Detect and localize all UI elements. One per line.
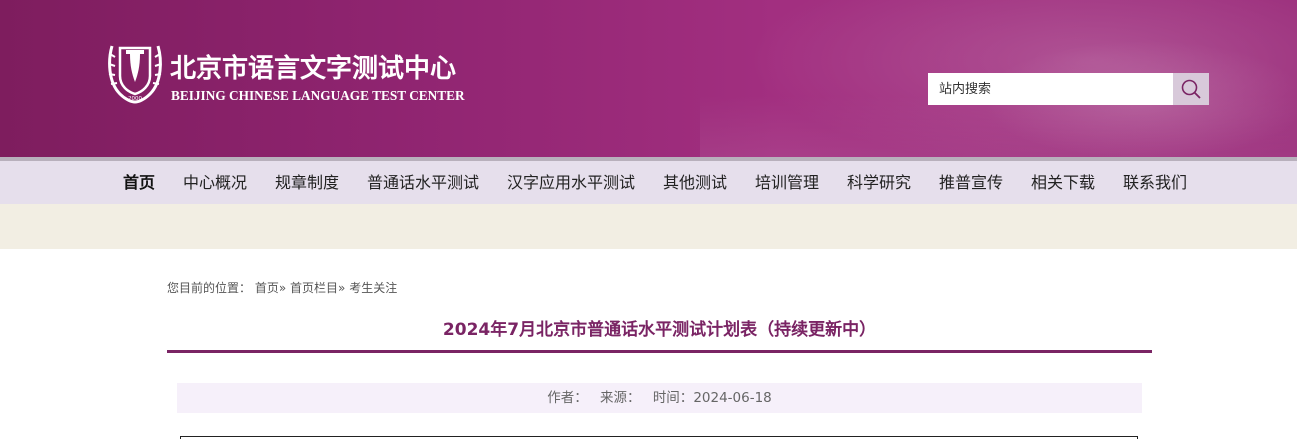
nav-item-downloads[interactable]: 相关下载 bbox=[1031, 161, 1095, 204]
breadcrumb-separator: » bbox=[338, 281, 346, 295]
time-label: 时间： bbox=[652, 390, 694, 406]
nav-item-training[interactable]: 培训管理 bbox=[755, 161, 819, 204]
nav-item-putonghua-test[interactable]: 普通话水平测试 bbox=[367, 161, 479, 204]
nav-item-promotion[interactable]: 推普宣传 bbox=[939, 161, 1003, 204]
search-button[interactable] bbox=[1173, 73, 1209, 105]
title-divider bbox=[167, 350, 1152, 353]
svg-text:2000: 2000 bbox=[128, 96, 142, 102]
nav-item-contact[interactable]: 联系我们 bbox=[1123, 161, 1187, 204]
author-label: 作者： bbox=[547, 390, 588, 406]
site-search bbox=[928, 73, 1209, 105]
main-nav: 首页 中心概况 规章制度 普通话水平测试 汉字应用水平测试 其他测试 培训管理 … bbox=[0, 161, 1297, 204]
banner-strip bbox=[0, 204, 1297, 249]
search-icon bbox=[1181, 79, 1201, 99]
breadcrumb-column[interactable]: 首页栏目 bbox=[290, 281, 338, 295]
breadcrumb-home[interactable]: 首页 bbox=[255, 281, 279, 295]
breadcrumb-prefix: 您目前的位置： bbox=[167, 281, 252, 295]
nav-item-research[interactable]: 科学研究 bbox=[847, 161, 911, 204]
article-meta: 作者： 来源： 时间：2024-06-18 bbox=[177, 383, 1142, 413]
article-title: 2024年7月北京市普通话水平测试计划表（持续更新中） bbox=[442, 320, 877, 340]
site-name-cn[interactable]: 北京市语言文字测试中心 bbox=[170, 52, 456, 86]
nav-item-hanzi-test[interactable]: 汉字应用水平测试 bbox=[507, 161, 635, 204]
search-input[interactable] bbox=[928, 73, 1173, 105]
nav-item-about[interactable]: 中心概况 bbox=[183, 161, 247, 204]
center-emblem-icon[interactable]: 2000 bbox=[106, 42, 164, 104]
breadcrumb-current[interactable]: 考生关注 bbox=[349, 281, 397, 295]
nav-item-home[interactable]: 首页 bbox=[123, 161, 155, 204]
time-info: 时间：2024-06-18 bbox=[653, 390, 772, 406]
nav-item-other-tests[interactable]: 其他测试 bbox=[663, 161, 727, 204]
breadcrumb: 您目前的位置： 首页» 首页栏目» 考生关注 bbox=[167, 280, 397, 296]
time-value: 2024-06-18 bbox=[693, 390, 772, 406]
source-label: 来源： bbox=[600, 390, 641, 406]
header-banner: 2000 北京市语言文字测试中心 BEIJING CHINESE LANGUAG… bbox=[0, 0, 1297, 157]
site-name-en[interactable]: BEIJING CHINESE LANGUAGE TEST CENTER bbox=[171, 88, 465, 104]
nav-item-regulations[interactable]: 规章制度 bbox=[275, 161, 339, 204]
breadcrumb-separator: » bbox=[278, 281, 287, 295]
